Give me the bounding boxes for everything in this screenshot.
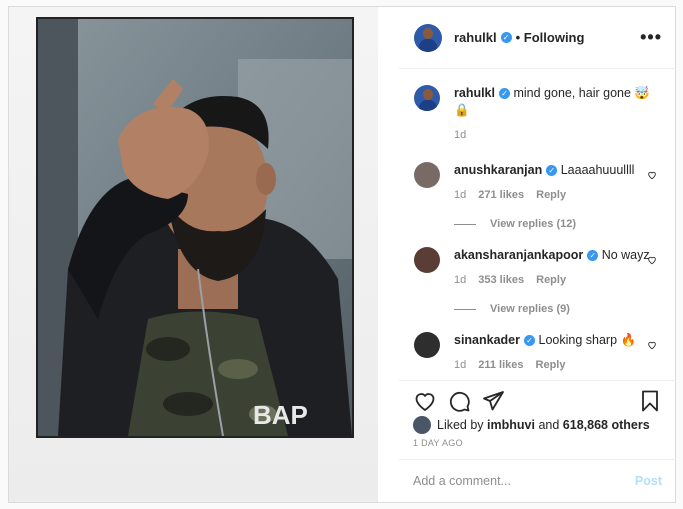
likes-middle: and bbox=[538, 418, 560, 432]
reply-button[interactable]: Reply bbox=[536, 189, 566, 201]
commenter-avatar[interactable] bbox=[414, 162, 440, 188]
reply-button[interactable]: Reply bbox=[536, 274, 566, 286]
follow-status[interactable]: • Following bbox=[516, 30, 585, 45]
likes-count[interactable]: 618,868 others bbox=[563, 418, 650, 432]
comments-list[interactable]: rahulkl ✓ mind gone, hair gone 🤯 🔒 1d anu… bbox=[399, 69, 676, 377]
comment-username[interactable]: anushkaranjan bbox=[454, 163, 542, 177]
commenter-avatar[interactable] bbox=[414, 247, 440, 273]
comment-username[interactable]: sinankader bbox=[454, 333, 520, 347]
comment-item: anushkaranjan ✓ Laaaahuuullll 1d 271 likes… bbox=[414, 162, 661, 204]
comment-input[interactable] bbox=[413, 474, 635, 488]
commenter-avatar[interactable] bbox=[414, 332, 440, 358]
caption-username[interactable]: rahulkl bbox=[454, 86, 495, 100]
view-replies-line bbox=[454, 308, 476, 310]
comment-item: akansharanjankapoor ✓ No wayz 1d 353 likes… bbox=[414, 247, 661, 289]
view-replies-line bbox=[454, 223, 476, 225]
reply-button[interactable]: Reply bbox=[536, 359, 566, 371]
bookmark-icon[interactable] bbox=[638, 389, 662, 413]
verified-badge-icon: ✓ bbox=[587, 250, 599, 262]
comment-time[interactable]: 1d bbox=[454, 359, 466, 371]
comment-likes[interactable]: 211 likes bbox=[478, 359, 523, 371]
post-header: rahulkl ✓ • Following ••• bbox=[399, 7, 676, 69]
post-sidebar: rahulkl ✓ • Following ••• rahulkl ✓ mind … bbox=[399, 7, 676, 502]
view-replies-button[interactable]: View replies (9) bbox=[454, 303, 661, 315]
svg-text:BAP: BAP bbox=[253, 400, 308, 430]
heart-icon[interactable] bbox=[413, 389, 437, 413]
add-comment-bar: Post bbox=[399, 459, 676, 502]
verified-badge-icon: ✓ bbox=[500, 32, 512, 43]
liker-avatar[interactable] bbox=[413, 416, 431, 434]
author-avatar[interactable] bbox=[414, 23, 442, 52]
likes-prefix: Liked by bbox=[437, 418, 484, 432]
post-media: BAP bbox=[9, 7, 378, 502]
author-username[interactable]: rahulkl bbox=[454, 30, 497, 45]
verified-badge-icon: ✓ bbox=[546, 165, 558, 177]
comment-icon[interactable] bbox=[447, 389, 471, 413]
post-frame: BAP rahulkl ✓ • Following ••• rahulkl ✓ … bbox=[8, 6, 676, 503]
comment-like-heart-icon[interactable] bbox=[647, 170, 657, 180]
verified-badge-icon: ✓ bbox=[499, 88, 510, 100]
caption-time[interactable]: 1d bbox=[454, 129, 466, 141]
view-replies-label: View replies (9) bbox=[490, 303, 570, 315]
post-comment-button[interactable]: Post bbox=[635, 474, 662, 488]
more-options-icon[interactable]: ••• bbox=[640, 27, 662, 48]
author-avatar[interactable] bbox=[414, 85, 440, 111]
comment-text: Looking sharp 🔥 bbox=[538, 333, 637, 347]
share-icon[interactable] bbox=[481, 389, 505, 413]
comment-likes[interactable]: 271 likes bbox=[478, 189, 524, 201]
caption: rahulkl ✓ mind gone, hair gone 🤯 🔒 1d bbox=[414, 85, 661, 144]
likes-summary: Liked by imbhuvi and 618,868 others bbox=[413, 416, 650, 434]
post-actions bbox=[399, 380, 676, 420]
comment-text: Laaaahuuullll bbox=[560, 163, 635, 177]
verified-badge-icon: ✓ bbox=[524, 335, 536, 347]
view-replies-button[interactable]: View replies (12) bbox=[454, 218, 661, 230]
comment-time[interactable]: 1d bbox=[454, 189, 466, 201]
view-replies-label: View replies (12) bbox=[490, 218, 577, 230]
liker-username[interactable]: imbhuvi bbox=[487, 418, 535, 432]
comment-username[interactable]: akansharanjankapoor bbox=[454, 248, 583, 262]
comment-like-heart-icon[interactable] bbox=[647, 340, 657, 350]
comment-item: sinankader ✓ Looking sharp 🔥 1d 211 likes R… bbox=[414, 332, 661, 374]
post-photo[interactable]: BAP bbox=[36, 17, 354, 438]
comment-likes[interactable]: 353 likes bbox=[478, 274, 524, 286]
comment-time[interactable]: 1d bbox=[454, 274, 466, 286]
comment-text: No wayz bbox=[601, 248, 650, 262]
photo-image: BAP bbox=[38, 19, 352, 436]
post-timestamp[interactable]: 1 DAY AGO bbox=[413, 438, 463, 448]
comment-like-heart-icon[interactable] bbox=[647, 255, 657, 265]
